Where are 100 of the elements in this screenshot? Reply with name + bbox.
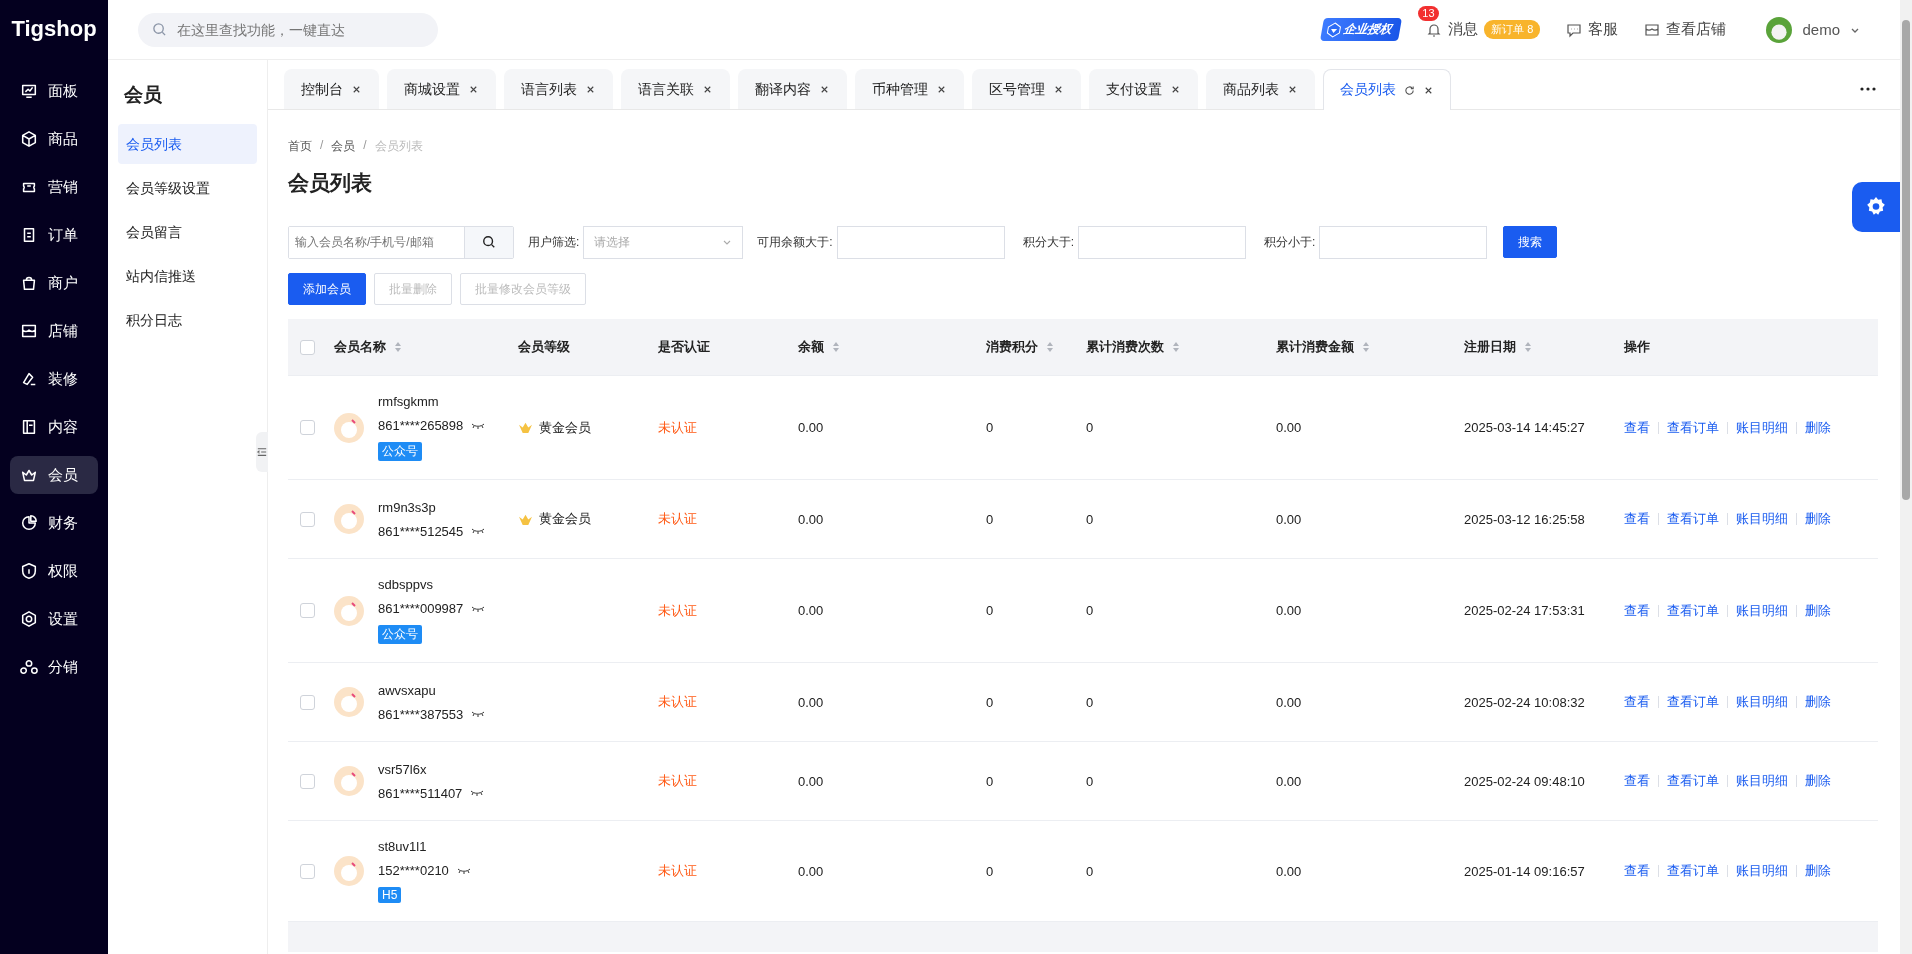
sidebar-item[interactable]: 商户 bbox=[10, 264, 98, 302]
action-link[interactable]: 删除 bbox=[1805, 418, 1831, 437]
action-link[interactable]: 账目明细 bbox=[1736, 418, 1788, 437]
search-field[interactable]: 在这里查找功能，一键直达 bbox=[175, 20, 424, 39]
close-icon[interactable] bbox=[1287, 84, 1298, 95]
eye-closed-icon[interactable] bbox=[471, 710, 486, 718]
user-menu[interactable]: demo bbox=[1766, 16, 1860, 43]
action-link[interactable]: 账目明细 bbox=[1736, 510, 1788, 528]
settings-button[interactable] bbox=[1852, 182, 1900, 232]
column-header[interactable]: 注册日期 bbox=[1464, 338, 1532, 356]
action-link[interactable]: 删除 bbox=[1805, 510, 1831, 528]
action-link[interactable]: 查看订单 bbox=[1667, 601, 1719, 620]
action-link[interactable]: 查看 bbox=[1624, 693, 1650, 711]
sidebar-item[interactable]: 财务 bbox=[10, 504, 98, 542]
row-checkbox[interactable] bbox=[300, 773, 315, 789]
eye-closed-icon[interactable] bbox=[470, 789, 485, 797]
eye-closed-icon[interactable] bbox=[471, 527, 486, 535]
scrollbar[interactable] bbox=[1900, 0, 1912, 954]
breadcrumb-item[interactable]: 会员 bbox=[331, 138, 356, 155]
column-header[interactable]: 消费积分 bbox=[986, 338, 1054, 356]
more-icon[interactable] bbox=[1860, 87, 1876, 91]
action-link[interactable]: 账目明细 bbox=[1736, 862, 1788, 880]
action-link[interactable]: 查看 bbox=[1624, 862, 1650, 880]
sidebar-item[interactable]: 店铺 bbox=[10, 312, 98, 350]
close-icon[interactable] bbox=[819, 84, 830, 95]
row-checkbox[interactable] bbox=[300, 603, 315, 618]
sidebar-item[interactable]: 权限 bbox=[10, 552, 98, 590]
action-link[interactable]: 查看订单 bbox=[1667, 510, 1719, 528]
view-store-link[interactable]: 查看店铺 bbox=[1644, 20, 1727, 39]
submenu-item[interactable]: 会员留言 bbox=[118, 212, 257, 252]
action-button[interactable]: 添加会员 bbox=[288, 273, 366, 305]
action-link[interactable]: 账目明细 bbox=[1736, 772, 1788, 790]
submenu-item[interactable]: 积分日志 bbox=[118, 300, 257, 340]
breadcrumb-item[interactable]: 首页 bbox=[288, 138, 312, 155]
tab[interactable]: 会员列表 bbox=[1323, 69, 1451, 110]
tab[interactable]: 区号管理 bbox=[972, 69, 1081, 109]
refresh-icon[interactable] bbox=[1404, 84, 1415, 96]
column-header[interactable]: 累计消费次数 bbox=[1086, 338, 1180, 356]
sidebar-item[interactable]: 会员 bbox=[10, 456, 98, 494]
tab[interactable]: 翻译内容 bbox=[738, 69, 847, 109]
tab[interactable]: 商品列表 bbox=[1206, 69, 1315, 109]
tab[interactable]: 商城设置 bbox=[387, 69, 496, 109]
eye-closed-icon[interactable] bbox=[471, 421, 486, 430]
tab[interactable]: 控制台 bbox=[284, 69, 379, 109]
points-min-field[interactable] bbox=[1078, 225, 1247, 259]
tab[interactable]: 支付设置 bbox=[1089, 69, 1198, 109]
tab[interactable]: 币种管理 bbox=[855, 69, 964, 109]
tab[interactable]: 语言列表 bbox=[504, 69, 613, 109]
submenu-item[interactable]: 会员等级设置 bbox=[118, 168, 257, 208]
action-link[interactable]: 删除 bbox=[1805, 693, 1831, 711]
collapse-handle[interactable] bbox=[256, 432, 268, 472]
keyword-search-group[interactable]: 输入会员名称/手机号/邮箱 bbox=[288, 225, 514, 259]
action-link[interactable]: 查看 bbox=[1624, 601, 1650, 620]
action-link[interactable]: 删除 bbox=[1805, 601, 1831, 620]
sidebar-item[interactable]: 订单 bbox=[10, 216, 98, 254]
close-icon[interactable] bbox=[1170, 84, 1181, 95]
close-icon[interactable] bbox=[702, 84, 713, 95]
points-max-field[interactable] bbox=[1319, 225, 1488, 259]
balance-field[interactable] bbox=[836, 225, 1005, 259]
eye-closed-icon[interactable] bbox=[471, 604, 486, 613]
column-header[interactable]: 累计消费金额 bbox=[1276, 338, 1370, 356]
close-icon[interactable] bbox=[936, 84, 947, 95]
sidebar-item[interactable]: 营销 bbox=[10, 168, 98, 206]
action-link[interactable]: 查看 bbox=[1624, 510, 1650, 528]
sidebar-item[interactable]: 装修 bbox=[10, 360, 98, 398]
action-link[interactable]: 查看订单 bbox=[1667, 418, 1719, 437]
sidebar-item[interactable]: 设置 bbox=[10, 600, 98, 638]
action-link[interactable]: 账目明细 bbox=[1736, 693, 1788, 711]
column-header[interactable]: 会员名称 bbox=[334, 338, 402, 356]
scrollbar-thumb[interactable] bbox=[1902, 20, 1910, 500]
action-link[interactable]: 查看订单 bbox=[1667, 772, 1719, 790]
sidebar-item[interactable]: 面板 bbox=[10, 72, 98, 110]
service-link[interactable]: 客服 bbox=[1566, 20, 1619, 39]
action-link[interactable]: 删除 bbox=[1805, 772, 1831, 790]
row-checkbox[interactable] bbox=[300, 511, 315, 527]
sidebar-item[interactable]: 分销 bbox=[10, 648, 98, 686]
row-checkbox[interactable] bbox=[300, 694, 315, 710]
search-button[interactable]: 搜索 bbox=[1503, 226, 1558, 258]
action-link[interactable]: 查看订单 bbox=[1667, 862, 1719, 880]
row-checkbox[interactable] bbox=[300, 420, 315, 435]
action-link[interactable]: 账目明细 bbox=[1736, 601, 1788, 620]
close-icon[interactable] bbox=[351, 84, 362, 95]
submenu-item[interactable]: 会员列表 bbox=[118, 124, 257, 164]
action-link[interactable]: 查看 bbox=[1624, 772, 1650, 790]
sidebar-item[interactable]: 商品 bbox=[10, 120, 98, 158]
close-icon[interactable] bbox=[585, 84, 596, 95]
action-link[interactable]: 删除 bbox=[1805, 862, 1831, 880]
select-all-checkbox[interactable] bbox=[300, 339, 315, 355]
row-checkbox[interactable] bbox=[300, 863, 315, 879]
tab[interactable]: 语言关联 bbox=[621, 69, 730, 109]
action-link[interactable]: 查看 bbox=[1624, 418, 1650, 437]
eye-closed-icon[interactable] bbox=[456, 866, 471, 875]
messages-link[interactable]: 消息 bbox=[1426, 20, 1479, 39]
column-header[interactable]: 余额 bbox=[798, 338, 840, 356]
close-icon[interactable] bbox=[1053, 84, 1064, 95]
submenu-item[interactable]: 站内信推送 bbox=[118, 256, 257, 296]
search-button[interactable] bbox=[464, 226, 513, 258]
search-bar[interactable]: 在这里查找功能，一键直达 bbox=[138, 12, 438, 47]
close-icon[interactable] bbox=[468, 84, 479, 95]
sidebar-item[interactable]: 内容 bbox=[10, 408, 98, 446]
